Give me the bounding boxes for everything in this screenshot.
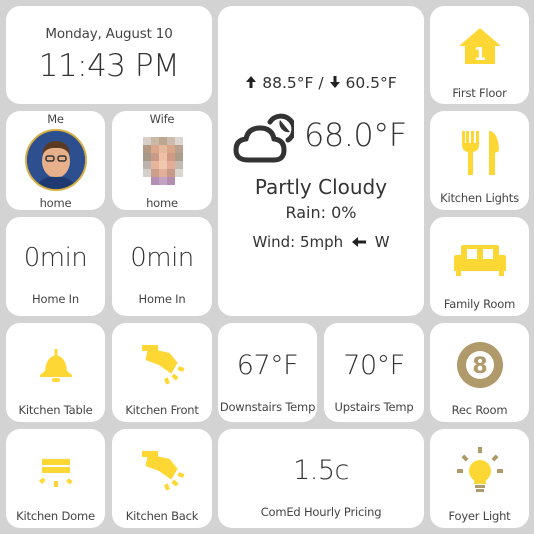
eta-value: 0min: [23, 243, 88, 273]
weather-separator: /: [318, 74, 324, 92]
weather-high: 88.5°F: [262, 74, 314, 92]
room-tile-foyer-light[interactable]: Foyer Light: [430, 429, 529, 528]
eight-ball-badge: 8: [472, 354, 487, 379]
avatar: [131, 129, 193, 191]
room-tile-first-floor[interactable]: 1 First Floor: [430, 6, 529, 104]
first-floor-icon: 1: [457, 26, 503, 70]
eta-label: Home In: [138, 292, 186, 306]
light-tile-kitchen-back[interactable]: Kitchen Back: [112, 429, 212, 528]
weather-tile[interactable]: 88.5°F / 60.5°F 68.0°F Partly Cloudy Rai…: [218, 6, 424, 316]
person-status: home: [146, 196, 178, 210]
eta-tile-me[interactable]: 0min Home In: [6, 217, 105, 316]
room-tile-family-room[interactable]: Family Room: [430, 217, 529, 316]
weather-wind-dir: W: [374, 233, 390, 251]
temp-label: Upstairs Temp: [334, 400, 414, 414]
weather-temp: 68.0°F: [304, 116, 407, 154]
room-label: First Floor: [452, 86, 507, 100]
weather-wind: Wind: 5mph: [252, 233, 344, 251]
clock-time: 11:43 PM: [38, 48, 180, 84]
room-label: Kitchen Lights: [440, 191, 519, 205]
person-tile-wife[interactable]: Wife home: [112, 111, 212, 210]
partly-cloudy-icon: [232, 110, 297, 170]
light-label: Kitchen Dome: [16, 509, 95, 523]
pendant-lamp-icon: [36, 349, 76, 389]
person-name: Wife: [149, 112, 175, 126]
weather-rain: Rain: 0%: [285, 203, 357, 222]
person-status: home: [39, 196, 72, 210]
light-tile-kitchen-front[interactable]: Kitchen Front: [112, 323, 212, 422]
eta-value: 0min: [130, 243, 194, 273]
fork-knife-icon: [459, 129, 501, 181]
weather-high-low: 88.5°F / 60.5°F: [218, 74, 424, 93]
first-floor-badge: 1: [473, 44, 486, 65]
pricing-tile[interactable]: 1.5c ComEd Hourly Pricing: [218, 429, 424, 528]
person-tile-me[interactable]: Me home: [6, 111, 105, 210]
room-label: Foyer Light: [448, 509, 511, 523]
pricing-label: ComEd Hourly Pricing: [260, 505, 382, 519]
person-name: Me: [47, 112, 64, 126]
room-label: Rec Room: [451, 403, 508, 417]
spotlight-icon: [138, 447, 186, 497]
spotlight-icon: [138, 341, 186, 391]
dome-light-icon: [38, 457, 74, 495]
weather-low: 60.5°F: [345, 74, 397, 92]
weather-wind-row: Wind: 5mph W: [218, 233, 424, 252]
avatar: [24, 129, 87, 191]
pricing-value: 1.5c: [293, 455, 349, 486]
temp-label: Downstairs Temp: [219, 400, 316, 414]
arrow-left-icon: [351, 234, 367, 252]
eta-tile-wife[interactable]: 0min Home In: [112, 217, 212, 316]
light-label: Kitchen Front: [125, 403, 199, 417]
clock-date: Monday, August 10: [45, 26, 173, 42]
room-label: Family Room: [443, 297, 516, 311]
light-tile-kitchen-table[interactable]: Kitchen Table: [6, 323, 105, 422]
light-label: Kitchen Back: [125, 509, 199, 523]
lightbulb-icon: [456, 447, 503, 499]
eight-ball-icon: 8: [456, 341, 504, 393]
temp-tile-downstairs[interactable]: 67°F Downstairs Temp: [218, 323, 317, 422]
temp-value: 67°F: [236, 350, 299, 381]
light-label: Kitchen Table: [18, 403, 93, 417]
eta-label: Home In: [32, 292, 79, 306]
weather-condition: Partly Cloudy: [254, 175, 388, 199]
arrow-up-icon: [245, 75, 257, 93]
light-tile-kitchen-dome[interactable]: Kitchen Dome: [6, 429, 105, 528]
temp-value: 70°F: [343, 350, 405, 381]
clock-tile: Monday, August 10 11:43 PM: [6, 6, 212, 104]
room-tile-kitchen-lights[interactable]: Kitchen Lights: [430, 111, 529, 210]
arrow-down-icon: [329, 75, 341, 93]
temp-tile-upstairs[interactable]: 70°F Upstairs Temp: [324, 323, 424, 422]
room-tile-rec-room[interactable]: 8 Rec Room: [430, 323, 529, 422]
sofa-icon: [453, 243, 507, 281]
